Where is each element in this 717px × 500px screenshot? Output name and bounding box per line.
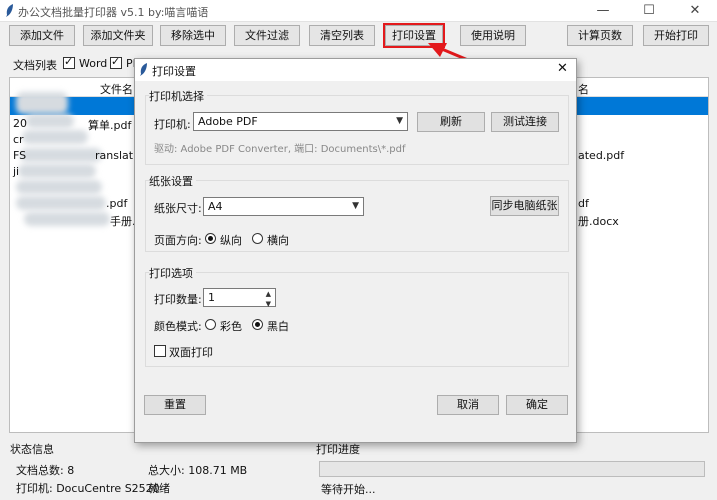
duplex-label: 双面打印	[169, 346, 213, 359]
sync-paper-button[interactable]: 同步电脑纸张	[490, 196, 559, 216]
list-item[interactable]: 20	[13, 117, 27, 130]
ok-button[interactable]: 确定	[506, 395, 568, 415]
color-option-label: 彩色	[220, 320, 242, 333]
paper-section-title: 纸张设置	[149, 173, 196, 189]
list-item-right: 册.docx	[578, 215, 619, 228]
bw-option-label: 黑白	[267, 320, 289, 333]
file-filter-button[interactable]: 文件过滤	[234, 25, 300, 46]
chevron-down-icon: ▼	[396, 116, 403, 126]
column-header-right[interactable]: 名	[578, 81, 589, 97]
duplex-checkbox[interactable]	[154, 345, 166, 357]
close-button[interactable]: ✕	[672, 0, 717, 22]
redaction-blur	[18, 164, 96, 178]
paper-size-value: A4	[208, 200, 223, 213]
options-section-title: 打印选项	[149, 265, 196, 281]
print-progress-bar	[319, 461, 705, 477]
clear-list-button[interactable]: 清空列表	[309, 25, 375, 46]
chevron-down-icon[interactable]: ▼	[266, 296, 271, 313]
count-pages-button[interactable]: 计算页数	[567, 25, 633, 46]
copies-stepper[interactable]: 1 ▲ ▼	[203, 288, 276, 308]
redaction-blur	[16, 196, 106, 210]
printer-label: 打印机:	[154, 118, 191, 131]
redaction-blur	[20, 148, 102, 162]
list-item[interactable]: cr	[13, 133, 24, 146]
landscape-label: 横向	[267, 234, 289, 247]
chevron-down-icon: ▼	[352, 201, 359, 211]
file-list-label: 文档列表	[13, 59, 57, 72]
redaction-blur	[24, 212, 110, 226]
bw-radio[interactable]	[252, 319, 263, 330]
dialog-title-bar	[135, 59, 576, 81]
color-radio[interactable]	[205, 319, 216, 330]
redaction-blur	[22, 130, 88, 144]
list-item[interactable]: ji	[13, 165, 19, 178]
dialog-close-button[interactable]: ✕	[557, 61, 568, 76]
orientation-label: 页面方向:	[154, 234, 202, 247]
printer-select-value: Adobe PDF	[198, 115, 258, 128]
cancel-button[interactable]: 取消	[437, 395, 499, 415]
redaction-blur	[16, 180, 102, 194]
app-feather-icon	[6, 4, 13, 17]
maximize-button[interactable]: ☐	[626, 0, 672, 22]
driver-info: 驱动: Adobe PDF Converter, 端口: Documents\*…	[154, 144, 406, 155]
add-folder-button[interactable]: 添加文件夹	[83, 25, 153, 46]
total-size: 总大小: 108.71 MB	[148, 464, 248, 477]
redaction-blur	[16, 92, 68, 114]
word-filter-checkbox[interactable]	[63, 55, 75, 69]
paper-size-label: 纸张尺寸:	[154, 202, 202, 215]
remove-selected-button[interactable]: 移除选中	[160, 25, 226, 46]
minimize-button[interactable]: —	[580, 0, 626, 22]
dialog-feather-icon	[140, 63, 147, 76]
add-file-button[interactable]: 添加文件	[9, 25, 75, 46]
redaction-blur	[26, 114, 74, 128]
status-section-title: 状态信息	[10, 443, 54, 456]
color-mode-label: 颜色模式:	[154, 320, 202, 333]
doc-count: 文档总数: 8	[16, 464, 75, 477]
copies-label: 打印数量:	[154, 293, 202, 306]
paper-size-select[interactable]: A4 ▼	[203, 197, 364, 216]
list-item-tail: 算单.pdf	[88, 119, 132, 132]
start-print-button[interactable]: 开始打印	[643, 25, 709, 46]
printer-select[interactable]: Adobe PDF ▼	[193, 112, 408, 131]
dialog-title: 打印设置	[152, 65, 196, 78]
portrait-radio[interactable]	[205, 233, 216, 244]
printer-section-title: 打印机选择	[149, 88, 207, 104]
word-filter-label: Word	[79, 57, 108, 70]
reset-button[interactable]: 重置	[144, 395, 206, 415]
portrait-label: 纵向	[220, 234, 242, 247]
refresh-button[interactable]: 刷新	[417, 112, 485, 132]
column-header-filename[interactable]: 文件名	[100, 81, 133, 97]
progress-section-title: 打印进度	[316, 443, 360, 456]
printer-status: 打印机: DocuCentre S2520	[16, 482, 160, 495]
ready-status: 就绪	[148, 482, 170, 495]
window-title: 办公文档批量打印器 v5.1 by:喵言喵语	[18, 6, 209, 19]
list-item-tail: ranslat	[95, 149, 134, 162]
pdf-filter-checkbox[interactable]	[110, 55, 122, 69]
copies-value: 1	[208, 291, 215, 304]
progress-text: 等待开始...	[321, 483, 376, 496]
list-item-right: ated.pdf	[578, 149, 625, 162]
list-item-right: df	[578, 197, 589, 210]
list-item-tail: .pdf	[106, 197, 128, 210]
list-item-tail: 手册.	[110, 215, 136, 228]
landscape-radio[interactable]	[252, 233, 263, 244]
test-connection-button[interactable]: 测试连接	[491, 112, 559, 132]
list-item[interactable]: FS	[13, 149, 26, 162]
